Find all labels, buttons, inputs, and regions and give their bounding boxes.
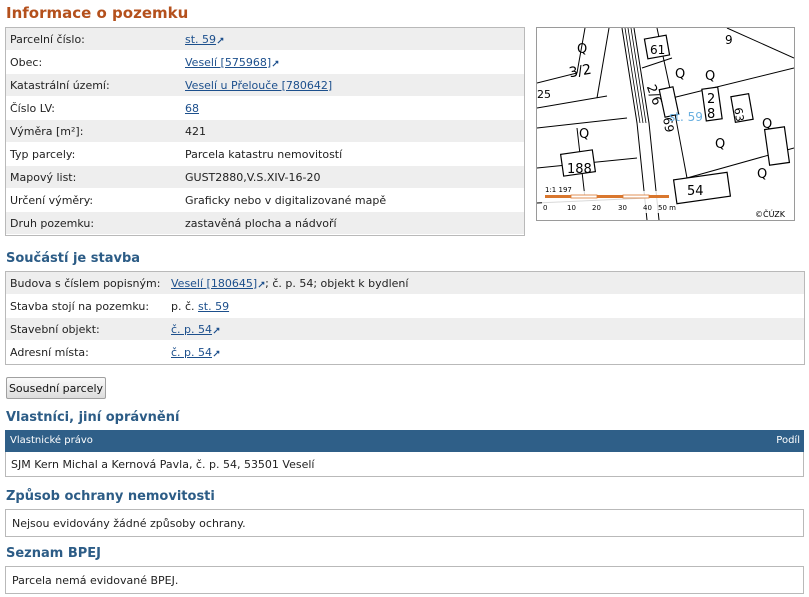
label-building: Budova s číslem popisným: bbox=[6, 272, 167, 295]
owners-section-title: Vlastníci, jiní oprávnění bbox=[6, 410, 180, 425]
row-building: Budova s číslem popisným: Veselí [180645… bbox=[6, 272, 804, 295]
map-scale-tick: 50 m bbox=[658, 204, 676, 212]
row-parcel-number: Parcelní číslo: st. 59 bbox=[6, 28, 524, 51]
building-link[interactable]: Veselí [180645] bbox=[171, 277, 257, 290]
page-title: Informace o pozemku bbox=[6, 4, 189, 22]
row-municipality: Obec: Veselí [575968] bbox=[6, 50, 524, 74]
parcel-prefix: p. č. bbox=[171, 299, 195, 313]
cadastral-area-link[interactable]: Veselí u Přelouče [780642] bbox=[185, 79, 332, 92]
row-construction-object: Stavební objekt: č. p. 54 bbox=[6, 317, 804, 341]
bpej-section-title: Seznam BPEJ bbox=[6, 546, 101, 561]
owners-table-header: Vlastnické právo Podíl bbox=[5, 430, 804, 452]
map-scale-tick: 40 bbox=[643, 204, 652, 212]
label-cadastral-area: Katastrální území: bbox=[6, 73, 181, 97]
parcel-type-value: Parcela katastru nemovitostí bbox=[181, 142, 524, 166]
building-parcel-link[interactable]: st. 59 bbox=[198, 300, 229, 313]
map-sheet-value: GUST2880,V.S.XIV-16-20 bbox=[181, 165, 524, 189]
row-parcel-type: Typ parcely: Parcela katastru nemovitost… bbox=[6, 142, 524, 166]
svg-text:Q: Q bbox=[762, 117, 772, 132]
map-copyright: ©ČÚZK bbox=[755, 208, 786, 219]
map-number: 8 bbox=[707, 107, 715, 122]
map-scale-tick: 20 bbox=[592, 204, 601, 212]
external-link-icon[interactable] bbox=[213, 327, 220, 334]
map-number: 3/2 bbox=[568, 62, 593, 82]
protection-section-title: Způsob ochrany nemovitosti bbox=[6, 489, 215, 504]
label-lv-number: Číslo LV: bbox=[6, 96, 181, 120]
construction-object-link[interactable]: č. p. 54 bbox=[171, 323, 212, 336]
map-number: 25 bbox=[537, 88, 551, 101]
label-map-sheet: Mapový list: bbox=[6, 165, 181, 189]
label-address-points: Adresní místa: bbox=[6, 340, 167, 364]
map-scale-tick: 30 bbox=[618, 204, 627, 212]
row-area-determination: Určení výměry: Graficky nebo v digitaliz… bbox=[6, 188, 524, 212]
label-parcel-type: Typ parcely: bbox=[6, 142, 181, 166]
neighboring-parcels-button[interactable]: Sousední parcely bbox=[6, 377, 106, 399]
owner-row: SJM Kern Michal a Kernová Pavla, č. p. 5… bbox=[5, 452, 804, 477]
row-land-type: Druh pozemku: zastavěná plocha a nádvoří bbox=[6, 211, 524, 235]
label-building-on-parcel: Stavba stojí na pozemku: bbox=[6, 294, 167, 318]
row-area: Výměra [m²]: 421 bbox=[6, 119, 524, 143]
row-address-points: Adresní místa: č. p. 54 bbox=[6, 340, 804, 364]
parcel-info-table: Parcelní číslo: st. 59 Obec: Veselí [575… bbox=[5, 27, 525, 236]
external-link-icon[interactable] bbox=[272, 60, 279, 67]
building-description: ; č. p. 54; objekt k bydlení bbox=[265, 276, 409, 290]
label-area-determination: Určení výměry: bbox=[6, 188, 181, 212]
municipality-link[interactable]: Veselí [575968] bbox=[185, 56, 271, 69]
owner-name: SJM Kern Michal a Kernová Pavla, č. p. 5… bbox=[11, 458, 315, 471]
row-building-on-parcel: Stavba stojí na pozemku: p. č. st. 59 bbox=[6, 294, 804, 318]
map-scale-text: 1:1 197 bbox=[545, 186, 572, 194]
address-points-link[interactable]: č. p. 54 bbox=[171, 346, 212, 359]
map-number: 188 bbox=[567, 162, 592, 177]
map-scale-tick: 0 bbox=[543, 204, 547, 212]
row-lv-number: Číslo LV: 68 bbox=[6, 96, 524, 120]
parcel-number-link[interactable]: st. 59 bbox=[185, 33, 216, 46]
ownership-right-header: Vlastnické právo bbox=[10, 435, 93, 446]
map-number: 54 bbox=[687, 184, 704, 199]
bpej-box: Parcela nemá evidované BPEJ. bbox=[5, 566, 804, 594]
map-scale-tick: 10 bbox=[567, 204, 576, 212]
label-land-type: Druh pozemku: bbox=[6, 211, 181, 235]
protection-box: Nejsou evidovány žádné způsoby ochrany. bbox=[5, 509, 804, 537]
svg-text:Q: Q bbox=[675, 67, 685, 82]
cadastral-map[interactable]: Q Q Q Q Q Q Q 61 3/2 25 2/6 69 2 8 63 9 … bbox=[536, 27, 795, 221]
map-number: 2 bbox=[707, 92, 715, 107]
building-section-title: Součástí je stavba bbox=[6, 251, 141, 266]
area-determination-value: Graficky nebo v digitalizované mapě bbox=[181, 188, 524, 212]
label-construction-object: Stavební objekt: bbox=[6, 317, 167, 341]
building-table: Budova s číslem popisným: Veselí [180645… bbox=[5, 271, 805, 365]
map-parcel-label: st. 59 bbox=[669, 110, 703, 124]
svg-text:Q: Q bbox=[579, 127, 589, 142]
external-link-icon[interactable] bbox=[217, 37, 224, 44]
label-municipality: Obec: bbox=[6, 50, 181, 74]
map-number: 61 bbox=[650, 43, 665, 57]
svg-text:Q: Q bbox=[715, 137, 725, 152]
protection-text: Nejsou evidovány žádné způsoby ochrany. bbox=[12, 517, 246, 530]
row-map-sheet: Mapový list: GUST2880,V.S.XIV-16-20 bbox=[6, 165, 524, 189]
map-number: 9 bbox=[725, 33, 733, 47]
label-area: Výměra [m²]: bbox=[6, 119, 181, 143]
svg-text:Q: Q bbox=[705, 69, 715, 84]
lv-number-link[interactable]: 68 bbox=[185, 102, 199, 115]
external-link-icon[interactable] bbox=[213, 350, 220, 357]
share-header: Podíl bbox=[776, 435, 800, 446]
area-value: 421 bbox=[181, 119, 524, 143]
svg-text:Q: Q bbox=[757, 167, 767, 182]
svg-text:Q: Q bbox=[577, 42, 587, 57]
label-parcel-number: Parcelní číslo: bbox=[6, 28, 181, 51]
row-cadastral-area: Katastrální území: Veselí u Přelouče [78… bbox=[6, 73, 524, 97]
land-type-value: zastavěná plocha a nádvoří bbox=[181, 211, 524, 235]
map-number: 63 bbox=[731, 107, 746, 123]
bpej-text: Parcela nemá evidované BPEJ. bbox=[12, 574, 179, 587]
